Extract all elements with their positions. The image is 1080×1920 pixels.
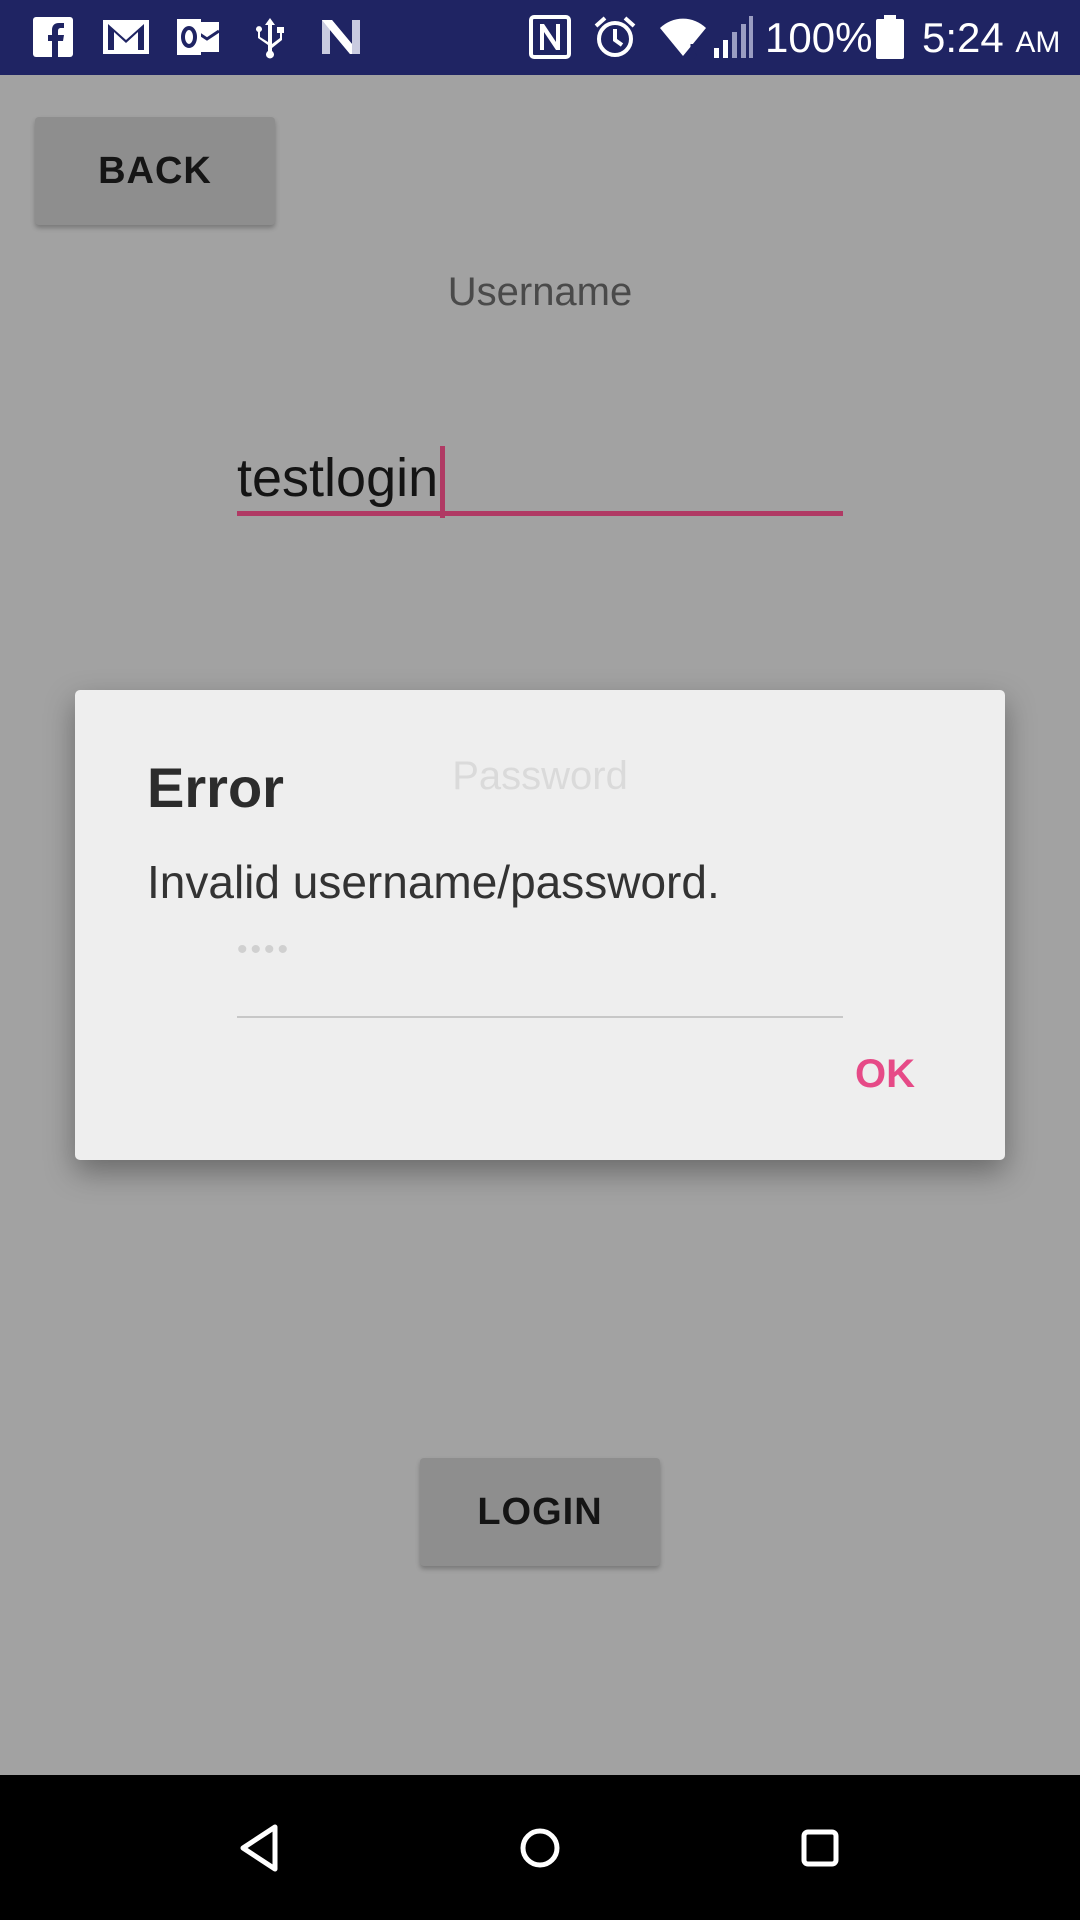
status-bar: 100% 5:24 AM [0, 0, 1080, 75]
battery-percent: 100% [765, 14, 873, 61]
navigation-bar [0, 1775, 1080, 1920]
usb-icon [247, 14, 293, 60]
login-button[interactable]: LOGIN [420, 1458, 660, 1566]
clock: 5:24 AM [922, 10, 1060, 71]
wifi-icon [658, 14, 708, 60]
ok-button[interactable]: OK [855, 1052, 915, 1097]
home-nav-icon[interactable] [505, 1813, 575, 1883]
text-cursor [440, 445, 446, 518]
battery-icon [873, 14, 907, 60]
facebook-icon [30, 14, 76, 60]
clock-time: 5:24 [922, 14, 1004, 61]
password-overlay: Password •••• [0, 75, 1080, 1018]
recents-nav-icon[interactable] [785, 1813, 855, 1883]
n-icon [318, 14, 364, 60]
password-input-overlay[interactable]: •••• [237, 920, 843, 1018]
back-button[interactable]: BACK [35, 117, 275, 225]
password-value-overlay: •••• [237, 933, 292, 966]
password-label-overlay: Password [452, 754, 628, 798]
outlook-icon [175, 14, 221, 60]
dialog-message: Invalid username/password. [147, 856, 720, 908]
username-label: Username [447, 270, 633, 314]
back-nav-icon[interactable] [225, 1813, 295, 1883]
username-input[interactable]: testlogin [237, 440, 843, 518]
gmail-icon [100, 14, 152, 60]
alarm-icon [592, 14, 638, 60]
clock-ampm: AM [1015, 26, 1061, 59]
signal-icon [712, 14, 754, 60]
username-value: testlogin [237, 448, 439, 508]
nfc-icon [527, 14, 573, 60]
